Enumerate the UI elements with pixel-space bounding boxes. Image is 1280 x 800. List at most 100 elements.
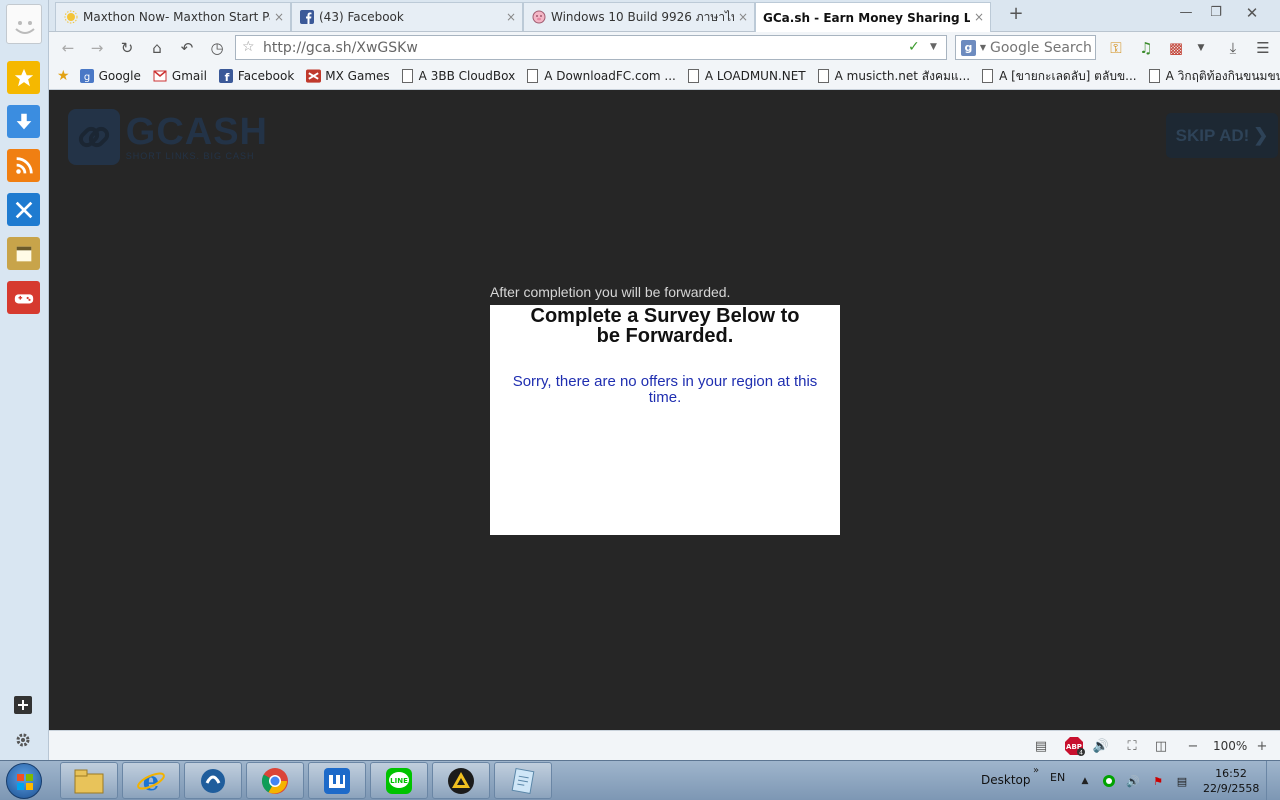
file-explorer-icon[interactable] xyxy=(60,762,118,799)
add-sidebar-item-icon[interactable] xyxy=(14,696,32,714)
gamepad-icon[interactable] xyxy=(7,281,40,314)
new-tab-button[interactable]: + xyxy=(1005,4,1027,26)
address-bar[interactable]: ☆ ✓ ▼ xyxy=(235,35,947,60)
bookmark-item[interactable]: A musicth.net สังคมแ... xyxy=(817,67,970,86)
adblock-icon[interactable]: ABP 4 xyxy=(1064,737,1086,756)
home-icon[interactable]: ⌂ xyxy=(147,38,167,58)
search-engine-chevron-icon[interactable]: ▼ xyxy=(980,43,986,52)
clock-date: 22/9/2558 xyxy=(1203,782,1260,795)
tab-close-icon[interactable]: × xyxy=(506,10,516,24)
download-arrow-icon[interactable] xyxy=(7,105,40,138)
web-page-content: GCASH SHORT LINKS. BIG CASH SKIP AD! ❯ A… xyxy=(49,90,1280,730)
windows-start-button[interactable] xyxy=(6,763,42,799)
logo-tagline: SHORT LINKS. BIG CASH xyxy=(125,151,255,161)
translate-icon[interactable]: ♫ xyxy=(1136,38,1156,58)
restore-window-icon[interactable]: ❐ xyxy=(1203,4,1229,24)
notepad-icon[interactable] xyxy=(494,762,552,799)
tab-gcash-active[interactable]: GCa.sh - Earn Money Sharing Lin... × xyxy=(755,2,991,32)
desktop-toolbar-chevron-icon[interactable]: » xyxy=(1033,765,1039,776)
forward-arrow-icon[interactable]: → xyxy=(87,38,107,58)
volume-tray-icon[interactable]: 🔊 xyxy=(1125,773,1141,789)
url-dropdown-chevron-icon[interactable]: ▼ xyxy=(930,42,937,52)
close-window-icon[interactable]: ✕ xyxy=(1239,4,1265,24)
sun-icon xyxy=(63,10,78,25)
bookmark-item[interactable]: A [ขายกะเลดลับ] ตลับข... xyxy=(982,67,1137,86)
search-input[interactable] xyxy=(990,39,1095,56)
tab-close-icon[interactable]: × xyxy=(738,10,748,24)
internet-explorer-icon[interactable]: e xyxy=(122,762,180,799)
extension-chevron-icon[interactable]: ▼ xyxy=(1191,38,1211,58)
split-screen-icon[interactable]: ◫ xyxy=(1153,738,1169,754)
line-tray-icon[interactable] xyxy=(1101,773,1117,789)
rss-feed-icon[interactable] xyxy=(7,149,40,182)
tools-icon[interactable] xyxy=(7,193,40,226)
bookmark-item[interactable]: A วิกฤติท้องกินขนมขนมโ... xyxy=(1148,67,1280,86)
network-icon[interactable]: ▤ xyxy=(1174,773,1190,789)
history-clock-icon[interactable]: ◷ xyxy=(207,38,227,58)
facebook-icon: f xyxy=(219,69,234,84)
bookmark-label: A [ขายกะเลดลับ] ตลับข... xyxy=(999,68,1137,83)
zoom-level[interactable]: 100% xyxy=(1213,739,1247,753)
menu-icon[interactable]: ☰ xyxy=(1253,38,1273,58)
undo-close-tab-icon[interactable]: ↶ xyxy=(177,38,197,58)
show-hidden-icons-chevron-icon[interactable]: ▲ xyxy=(1077,773,1093,789)
bookmark-facebook[interactable]: f Facebook xyxy=(219,69,294,84)
key-password-icon[interactable]: ⚿ xyxy=(1106,38,1126,58)
document-icon xyxy=(817,69,829,83)
chrome-icon[interactable] xyxy=(246,762,304,799)
url-input[interactable] xyxy=(263,38,863,57)
system-clock[interactable]: 16:52 22/9/2558 xyxy=(1203,766,1259,796)
survey-heading: Complete a Survey Below to be Forwarded. xyxy=(530,305,800,347)
desktop-toolbar-label[interactable]: Desktop xyxy=(981,773,1031,787)
tab-title: GCa.sh - Earn Money Sharing Lin... xyxy=(763,10,970,25)
page-action-icon[interactable]: ✓ xyxy=(908,39,920,55)
tab-maxthon-now[interactable]: Maxthon Now- Maxthon Start Pa... × xyxy=(55,2,291,31)
bookmarks-bar: ★ g Google Gmail f Facebook MX Games A 3… xyxy=(49,63,1280,90)
performance-monitor-icon[interactable]: ▤ xyxy=(1033,738,1049,754)
extension-mx-icon[interactable]: ▩ xyxy=(1166,38,1186,58)
minimize-window-icon[interactable]: — xyxy=(1173,4,1199,24)
action-center-flag-icon[interactable]: ⚑ xyxy=(1150,773,1166,789)
maxthon-cloud-icon[interactable] xyxy=(184,762,242,799)
bookmark-item[interactable]: A 3BB CloudBox xyxy=(401,69,515,83)
volume-icon[interactable]: 🔊 xyxy=(1093,738,1109,754)
tab-strip: Maxthon Now- Maxthon Start Pa... × (43) … xyxy=(49,0,1280,32)
maxthon-icon[interactable] xyxy=(308,762,366,799)
bookmark-google[interactable]: g Google xyxy=(80,69,141,84)
tab-close-icon[interactable]: × xyxy=(974,10,984,24)
tab-facebook[interactable]: (43) Facebook × xyxy=(291,2,523,31)
navigation-toolbar: ← → ↻ ⌂ ↶ ◷ ☆ ✓ ▼ g ▼ ⚿ ♫ ▩ ▼ ⤓ ☰ xyxy=(49,32,1280,63)
favorites-star-icon[interactable]: ★ xyxy=(57,68,70,84)
bookmarks-overflow-chevron-icon[interactable]: › xyxy=(1269,68,1274,82)
bookmark-mx-games[interactable]: MX Games xyxy=(306,69,390,84)
line-icon[interactable]: LINE xyxy=(370,762,428,799)
search-bar[interactable]: g ▼ xyxy=(955,35,1096,60)
gmail-icon xyxy=(153,69,168,84)
gcash-logo[interactable]: GCASH SHORT LINKS. BIG CASH xyxy=(68,108,268,166)
bookmark-item[interactable]: A DownloadFC.com ... xyxy=(527,69,676,83)
account-avatar-icon[interactable] xyxy=(6,4,42,44)
show-desktop-button[interactable] xyxy=(1266,761,1280,800)
back-arrow-icon[interactable]: ← xyxy=(58,38,78,58)
bookmark-star-icon[interactable]: ☆ xyxy=(242,39,255,55)
game-icon[interactable] xyxy=(432,762,490,799)
favorites-star-icon[interactable] xyxy=(7,61,40,94)
document-icon xyxy=(687,69,699,83)
tab-windows-10[interactable]: Windows 10 Build 9926 ภาษาไทย ... × xyxy=(523,2,755,31)
notes-icon[interactable] xyxy=(7,237,40,270)
settings-gear-icon[interactable] xyxy=(14,731,32,749)
downloads-icon[interactable]: ⤓ xyxy=(1223,38,1243,58)
zoom-in-icon[interactable]: + xyxy=(1254,738,1270,754)
skip-ad-button[interactable]: SKIP AD! ❯ xyxy=(1166,113,1278,158)
language-indicator[interactable]: EN xyxy=(1050,771,1065,784)
skip-ad-label: SKIP AD! xyxy=(1175,125,1250,145)
bookmark-label: Google xyxy=(98,69,141,83)
bookmark-gmail[interactable]: Gmail xyxy=(153,69,207,84)
bookmark-item[interactable]: A LOADMUN.NET xyxy=(687,69,806,83)
tab-close-icon[interactable]: × xyxy=(274,10,284,24)
fullscreen-icon[interactable]: ⛶ xyxy=(1124,738,1140,754)
zoom-out-icon[interactable]: − xyxy=(1185,738,1201,754)
refresh-icon[interactable]: ↻ xyxy=(117,38,137,58)
facebook-icon xyxy=(299,10,314,25)
google-search-engine-icon[interactable]: g xyxy=(961,39,976,56)
